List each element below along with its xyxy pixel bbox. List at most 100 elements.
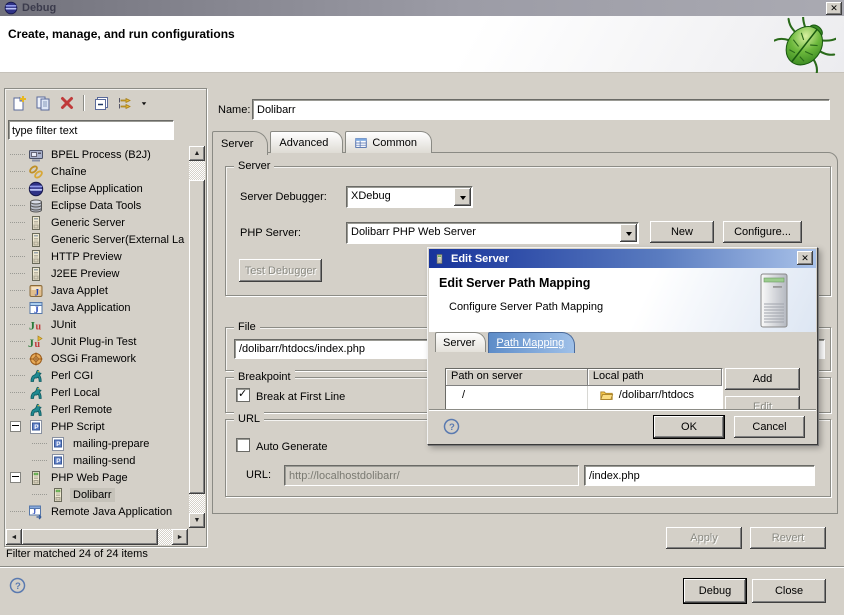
edit-server-body: Path on serverLocal path //dolibarr/htdo… [429,352,816,410]
tab-advanced[interactable]: Advanced [270,131,343,153]
svg-text:u: u [36,321,42,332]
tree-connector [10,358,25,360]
tab-common[interactable]: Common [345,131,432,153]
tree-item-junit[interactable]: JuJUnit [6,316,188,333]
svg-text:?: ? [449,422,455,433]
window-close-button[interactable]: ✕ [826,2,842,15]
config-tree: BPEL Process (B2J)ChaîneEclipse Applicat… [6,146,188,528]
php-script-icon: P [28,419,44,435]
collapse-expander-icon[interactable] [10,472,21,483]
tree-connector [10,324,25,326]
tab-server[interactable]: Server [212,131,268,155]
path-mapping-table[interactable]: Path on serverLocal path //dolibarr/htdo… [445,368,723,410]
dialog-tab-path-mapping[interactable]: Path Mapping [488,332,575,353]
dialog-help-button[interactable]: ? [443,418,460,435]
edit-server-footer: ? OK Cancel [429,409,816,443]
delete-configuration-button[interactable] [56,93,78,113]
revert-button: Revert [750,527,826,549]
ok-button[interactable]: OK [654,416,724,438]
break-first-line-checkbox[interactable] [236,388,250,402]
collapse-expander-icon[interactable] [10,421,21,432]
server-debugger-dropdown-button[interactable] [454,188,471,206]
tree-item-label: Dolibarr [70,488,115,502]
tree-item-java-applet[interactable]: JJava Applet [6,282,188,299]
svg-text:J: J [35,287,40,297]
debug-button[interactable]: Debug [684,579,746,603]
new-configuration-button[interactable] [8,93,30,113]
tree-item-cha-ne[interactable]: Chaîne [6,163,188,180]
tree-item-osgi-framework[interactable]: OSGi Framework [6,350,188,367]
apply-button: Apply [666,527,742,549]
svg-text:J: J [29,318,35,332]
cancel-button[interactable]: Cancel [734,416,805,438]
dialog-tab-server[interactable]: Server [435,332,486,352]
path-mapping-row[interactable]: //dolibarr/htdocs [446,386,722,404]
tree-item-php-web-page[interactable]: PHP Web Page [6,469,188,486]
filter-input[interactable] [8,120,174,140]
tree-item-eclipse-data-tools[interactable]: Eclipse Data Tools [6,197,188,214]
tree-item-label: Remote Java Application [48,505,175,519]
name-input[interactable] [252,99,830,120]
scroll-up-button[interactable]: ▲ [189,146,205,161]
help-button[interactable]: ? [9,577,26,594]
folder-icon [599,388,614,402]
auto-generate-checkbox[interactable] [236,438,250,452]
url-path-input[interactable] [584,465,815,486]
tree-item-generic-server-external-la[interactable]: Generic Server(External La [6,231,188,248]
name-label: Name: [218,104,250,116]
tree-item-perl-remote[interactable]: Perl Remote [6,401,188,418]
filter-configurations-button[interactable] [114,93,136,113]
tree-item-remote-java-application[interactable]: JRemote Java Application [6,503,188,520]
server-debugger-combo[interactable]: XDebug [346,186,473,208]
tree-item-bpel-process-b2j[interactable]: BPEL Process (B2J) [6,146,188,163]
tree-item-j2ee-preview[interactable]: J2EE Preview [6,265,188,282]
tree-item-label: OSGi Framework [48,352,139,366]
tree-item-dolibarr[interactable]: Dolibarr [6,486,188,503]
column-header-local-path[interactable]: Local path [588,369,722,386]
edit-server-close-button[interactable]: ✕ [797,251,813,265]
tree-vertical-scrollbar[interactable]: ▲ ▼ [189,146,205,528]
tree-item-eclipse-application[interactable]: Eclipse Application [6,180,188,197]
tree-item-generic-server[interactable]: Generic Server [6,214,188,231]
scroll-left-button[interactable]: ◄ [6,529,22,545]
configure-server-button[interactable]: Configure... [723,221,802,243]
tree-item-http-preview[interactable]: HTTP Preview [6,248,188,265]
tree-item-junit-plug-in-test[interactable]: JuJUnit Plug-in Test [6,333,188,350]
tree-item-label: J2EE Preview [48,267,122,281]
dialog-header-band: Create, manage, and run configurations [0,16,844,73]
auto-generate-row: Auto Generate [236,438,328,453]
filter-menu-button[interactable] [138,93,150,113]
tree-item-label: JUnit Plug-in Test [48,335,139,349]
tree-item-perl-local[interactable]: Perl Local [6,384,188,401]
vertical-scroll-thumb[interactable] [189,180,205,494]
collapse-all-button[interactable] [90,93,112,113]
tree-item-mailing-send[interactable]: Pmailing-send [6,452,188,469]
php-server-dropdown-button[interactable] [620,224,637,242]
horizontal-scroll-thumb[interactable] [22,529,158,545]
filter-status-text: Filter matched 24 of 24 items [6,548,148,560]
tree-item-java-application[interactable]: JJava Application [6,299,188,316]
new-server-button[interactable]: New [650,221,714,243]
path-mapping-rows: //dolibarr/htdocs [446,386,722,404]
filter-arrows-icon [117,95,133,111]
tree-item-label: Perl CGI [48,369,96,383]
server-debugger-value: XDebug [351,190,452,202]
column-header-path-on-server[interactable]: Path on server [446,369,588,386]
add-mapping-button[interactable]: Add [725,368,800,390]
tree-item-perl-cgi[interactable]: Perl CGI [6,367,188,384]
scroll-down-button[interactable]: ▼ [189,513,205,528]
duplicate-configuration-button[interactable] [32,93,54,113]
edit-server-header: Edit Server Path Mapping Configure Serve… [429,268,816,332]
edit-server-heading: Edit Server Path Mapping [439,276,590,290]
close-button[interactable]: Close [752,579,826,603]
tree-item-php-script[interactable]: PPHP Script [6,418,188,435]
delete-config-icon [59,95,75,111]
server-icon [28,249,44,265]
scroll-right-button[interactable]: ► [172,529,188,545]
tree-horizontal-scrollbar[interactable]: ◄ ► [6,529,188,545]
php-server-combo[interactable]: Dolibarr PHP Web Server [346,222,639,244]
base-url-input [284,465,579,486]
tree-connector [10,511,25,513]
footer-separator [0,566,844,568]
tree-item-mailing-prepare[interactable]: Pmailing-prepare [6,435,188,452]
